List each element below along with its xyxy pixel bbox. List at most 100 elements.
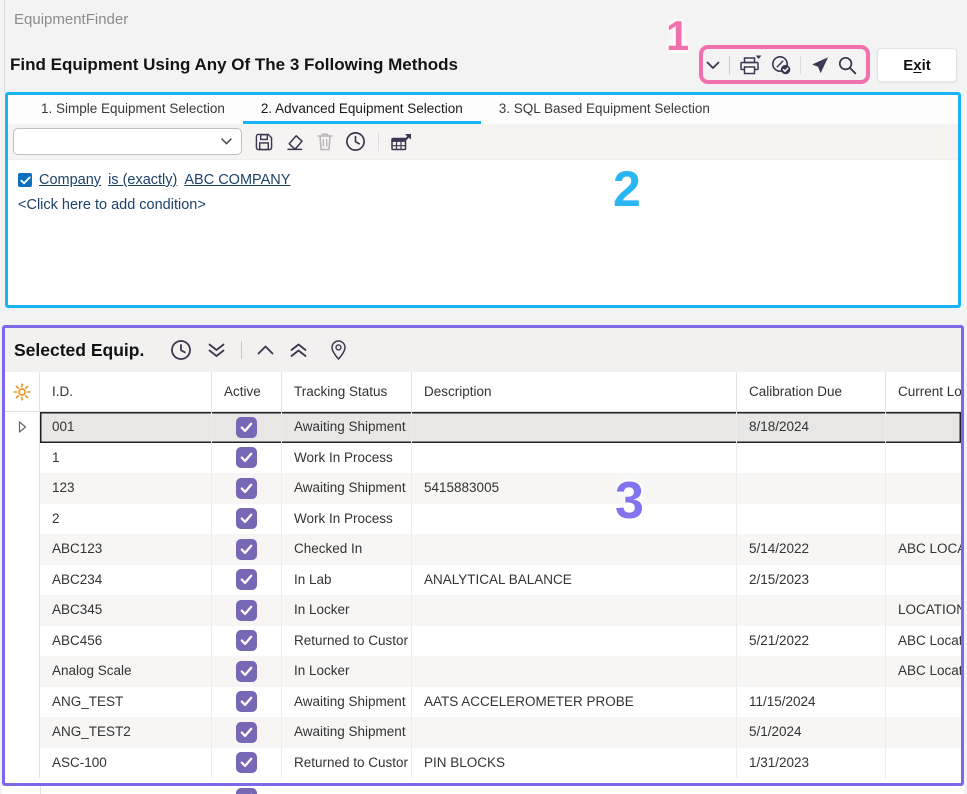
exit-button[interactable]: Exit — [877, 48, 957, 82]
double-chevron-down-icon[interactable] — [207, 343, 226, 358]
active-checkbox[interactable] — [236, 539, 257, 560]
cell-current-location — [886, 443, 964, 474]
selected-equipment-panel: Selected Equip. — [2, 325, 964, 786]
column-header-id[interactable]: I.D. — [40, 372, 212, 411]
cell-tracking-status: In Lab — [282, 565, 412, 596]
tab-sql-selection[interactable]: 3. SQL Based Equipment Selection — [481, 95, 728, 124]
active-checkbox[interactable] — [236, 508, 257, 529]
grid-title: Selected Equip. — [14, 340, 144, 361]
location-pin-icon[interactable] — [331, 340, 346, 360]
column-header-current-location[interactable]: Current Lo — [886, 372, 964, 411]
print-icon[interactable] — [739, 55, 762, 75]
condition-value-link[interactable]: ABC COMPANY — [184, 172, 290, 188]
row-cells: ANG_TESTAwaiting ShipmentAATS ACCELEROME… — [40, 687, 961, 718]
column-header-tracking-status[interactable]: Tracking Status — [282, 372, 412, 411]
active-checkbox[interactable] — [236, 630, 257, 651]
tab-advanced-selection[interactable]: 2. Advanced Equipment Selection — [243, 95, 481, 124]
cell-current-location — [886, 687, 964, 718]
column-header-calibration-due[interactable]: Calibration Due — [737, 372, 886, 411]
toolbar-separator — [866, 56, 867, 74]
window-edge — [4, 0, 5, 92]
condition-checkbox[interactable] — [18, 173, 32, 187]
saved-filter-combobox[interactable] — [13, 128, 242, 155]
row-selector-cell[interactable] — [5, 687, 40, 718]
row-selector-cell[interactable] — [5, 412, 40, 443]
grid-row[interactable]: ANG_TESTAwaiting ShipmentAATS ACCELEROME… — [5, 687, 961, 718]
column-header-active[interactable]: Active — [212, 372, 282, 411]
print-verify-check-icon[interactable] — [771, 55, 791, 75]
column-header-description[interactable]: Description — [412, 372, 737, 411]
grid-row[interactable]: 001Awaiting Shipment8/18/2024 — [5, 412, 961, 443]
cell-description — [412, 717, 737, 748]
grid-row[interactable]: ASC-100Returned to CustorPIN BLOCKS1/31/… — [5, 748, 961, 779]
row-selector-cell[interactable] — [5, 473, 40, 504]
clear-eraser-icon[interactable] — [285, 133, 305, 151]
delete-trash-icon[interactable] — [317, 132, 333, 151]
chevron-up-icon[interactable] — [257, 345, 274, 355]
toolbar-separator — [729, 56, 730, 74]
cell-id: 2 — [40, 504, 212, 535]
grid-corner-cell[interactable] — [5, 372, 40, 411]
history-clock-icon[interactable] — [345, 131, 366, 152]
search-icon[interactable] — [838, 56, 857, 75]
active-checkbox[interactable] — [236, 447, 257, 468]
cell-id: ABC345 — [40, 595, 212, 626]
apply-to-grid-icon[interactable] — [391, 133, 412, 151]
active-checkbox[interactable] — [236, 691, 257, 712]
grid-row[interactable]: ANG_TEST2Awaiting Shipment5/1/2024 — [5, 717, 961, 748]
cell-current-location — [886, 473, 964, 504]
condition-field-link[interactable]: Company — [39, 172, 101, 188]
grid-row[interactable]: ABC456Returned to Custor5/21/2022ABC Loc… — [5, 626, 961, 657]
active-checkbox[interactable] — [236, 478, 257, 499]
row-selector-cell[interactable] — [5, 626, 40, 657]
equipment-finder-window: EquipmentFinder Find Equipment Using Any… — [0, 0, 967, 794]
active-checkbox[interactable] — [236, 569, 257, 590]
cell-description: ANALYTICAL BALANCE — [412, 565, 737, 596]
add-condition-link[interactable]: <Click here to add condition> — [18, 197, 948, 213]
cell-tracking-status: Awaiting Shipment — [282, 473, 412, 504]
cell-calibration-due — [737, 504, 886, 535]
active-checkbox[interactable] — [236, 752, 257, 773]
row-selector-cell[interactable] — [5, 717, 40, 748]
grid-row[interactable]: 2Work In Process — [5, 504, 961, 535]
row-selector-cell[interactable] — [5, 748, 40, 779]
row-cells: ABC345In LockerLOCATION — [40, 595, 961, 626]
row-cells: ANG_TEST2Awaiting Shipment5/1/2024 — [40, 717, 961, 748]
active-checkbox[interactable] — [236, 417, 257, 438]
toolbar-chevron-down-icon[interactable] — [706, 61, 720, 70]
history-clock-icon[interactable] — [170, 339, 192, 361]
cell-active — [212, 595, 282, 626]
row-selector-cell[interactable] — [5, 534, 40, 565]
active-checkbox[interactable] — [236, 600, 257, 621]
double-chevron-up-icon[interactable] — [289, 343, 308, 358]
advanced-selection-panel: 1. Simple Equipment Selection 2. Advance… — [5, 92, 961, 308]
toolbar-separator — [241, 341, 242, 359]
row-selector-cell[interactable] — [5, 504, 40, 535]
active-checkbox[interactable] — [236, 661, 257, 682]
condition-operator-link[interactable]: is (exactly) — [108, 172, 177, 188]
row-selector-cell[interactable] — [5, 443, 40, 474]
grid-row[interactable]: ABC234In LabANALYTICAL BALANCE2/15/2023 — [5, 565, 961, 596]
grid-row[interactable]: ABC345In LockerLOCATION — [5, 595, 961, 626]
cell-current-location — [886, 504, 964, 535]
active-checkbox[interactable] — [236, 722, 257, 743]
grid-row[interactable]: 123Awaiting Shipment5415883005 — [5, 473, 961, 504]
save-filter-icon[interactable] — [255, 133, 273, 151]
row-selector-cell[interactable] — [5, 656, 40, 687]
row-selector-cell[interactable] — [5, 565, 40, 596]
send-paper-plane-icon[interactable] — [810, 56, 829, 75]
cell-description: AATS ACCELEROMETER PROBE — [412, 687, 737, 718]
cell-active — [212, 687, 282, 718]
cell-id: ABC234 — [40, 565, 212, 596]
cell-active — [212, 412, 282, 443]
grid-row[interactable]: Analog ScaleIn LockerABC Locati — [5, 656, 961, 687]
cell-tracking-status: Work In Process — [282, 443, 412, 474]
splitter-handle[interactable] — [0, 308, 967, 325]
row-cells: 001Awaiting Shipment8/18/2024 — [40, 412, 961, 443]
row-selector-cell[interactable] — [5, 595, 40, 626]
cell-calibration-due — [737, 473, 886, 504]
tab-simple-selection[interactable]: 1. Simple Equipment Selection — [23, 95, 243, 124]
cell-id: Analog Scale — [40, 656, 212, 687]
grid-row[interactable]: ABC123Checked In5/14/2022ABC LOCA — [5, 534, 961, 565]
grid-row[interactable]: 1Work In Process — [5, 443, 961, 474]
